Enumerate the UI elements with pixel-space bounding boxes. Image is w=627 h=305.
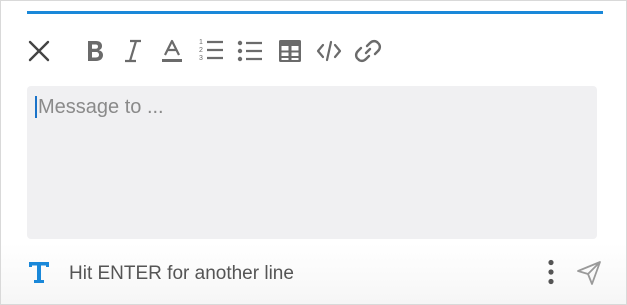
ordered-list-button[interactable]: 1 2 3 bbox=[197, 35, 225, 67]
italic-button[interactable] bbox=[119, 35, 147, 67]
accent-bar bbox=[27, 11, 603, 14]
message-input[interactable]: Message to ... bbox=[27, 86, 597, 239]
code-button[interactable] bbox=[315, 35, 343, 67]
ordered-list-digit: 3 bbox=[199, 55, 203, 62]
ordered-list-icon: 1 2 3 bbox=[199, 39, 223, 62]
ordered-list-digit: 1 bbox=[199, 39, 203, 46]
link-button[interactable] bbox=[354, 35, 382, 67]
more-vertical-icon bbox=[548, 259, 554, 285]
bold-icon bbox=[88, 41, 103, 61]
text-format-icon bbox=[29, 262, 49, 283]
composer-hint: Hit ENTER for another line bbox=[69, 263, 294, 284]
more-options-button[interactable] bbox=[541, 257, 561, 287]
send-icon bbox=[577, 261, 601, 285]
table-icon bbox=[279, 40, 301, 62]
font-color-icon bbox=[162, 39, 182, 62]
text-caret bbox=[35, 96, 37, 118]
message-composer: 1 2 3 Message to ... Hit ENTER for anoth… bbox=[0, 0, 627, 305]
bullet-list-icon bbox=[237, 40, 262, 62]
composer-footer: Hit ENTER for another line bbox=[1, 253, 627, 293]
text-format-button[interactable] bbox=[27, 259, 51, 285]
message-placeholder: Message to ... bbox=[38, 96, 164, 118]
close-button[interactable] bbox=[25, 35, 53, 67]
table-button[interactable] bbox=[276, 35, 304, 67]
close-icon bbox=[28, 40, 50, 62]
italic-icon bbox=[125, 39, 141, 63]
font-color-button[interactable] bbox=[158, 35, 186, 67]
bold-button[interactable] bbox=[81, 35, 109, 67]
link-icon bbox=[354, 39, 382, 63]
ordered-list-digit: 2 bbox=[199, 47, 203, 54]
formatting-toolbar: 1 2 3 bbox=[25, 35, 405, 67]
send-button[interactable] bbox=[575, 259, 603, 287]
bullet-list-button[interactable] bbox=[236, 35, 264, 67]
code-icon bbox=[316, 40, 342, 62]
